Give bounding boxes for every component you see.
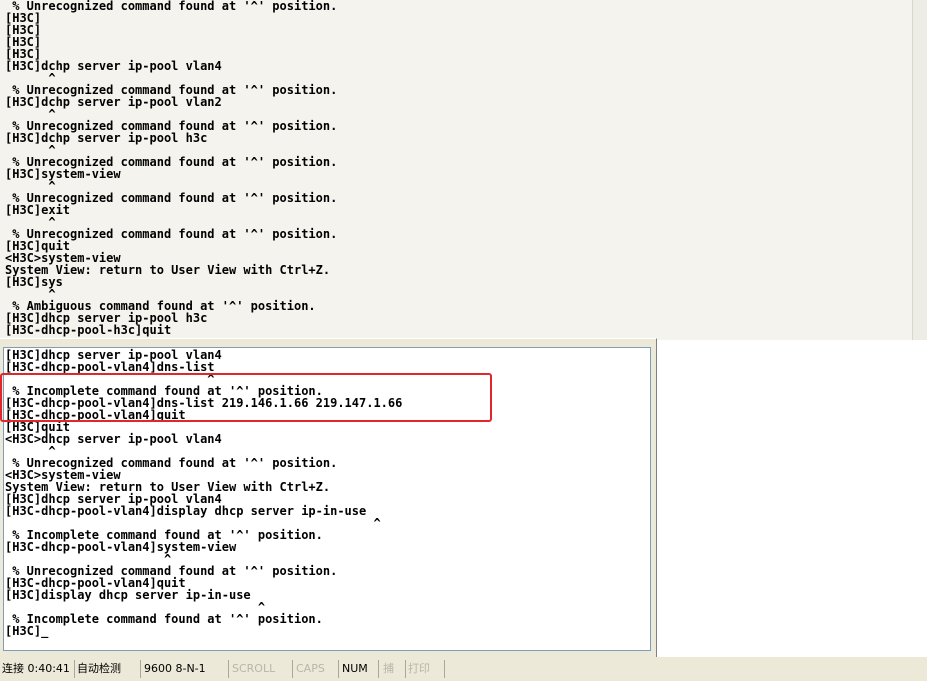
- vertical-scrollbar[interactable]: [912, 0, 927, 340]
- terminal-screen[interactable]: [H3C]dhcp server ip-pool vlan4 [H3C-dhcp…: [3, 347, 651, 651]
- status-bar: 连接 0:40:41 自动检测 9600 8-N-1 SCROLL CAPS N…: [0, 657, 927, 681]
- status-caps-indicator: CAPS: [294, 660, 339, 678]
- status-scroll-indicator: SCROLL: [230, 660, 293, 678]
- status-port-settings: 9600 8-N-1: [142, 660, 229, 678]
- status-auto-detect: 自动检测: [75, 660, 141, 678]
- terminal-output: [H3C]dhcp server ip-pool vlan4 [H3C-dhcp…: [5, 348, 403, 638]
- status-print-indicator: 打印: [406, 660, 445, 678]
- status-connection-time: 连接 0:40:41: [0, 660, 75, 678]
- status-capture-indicator: 捕: [381, 660, 406, 678]
- terminal-output-background: % Unrecognized command found at '^' posi…: [5, 0, 338, 337]
- status-num-indicator: NUM: [340, 660, 379, 678]
